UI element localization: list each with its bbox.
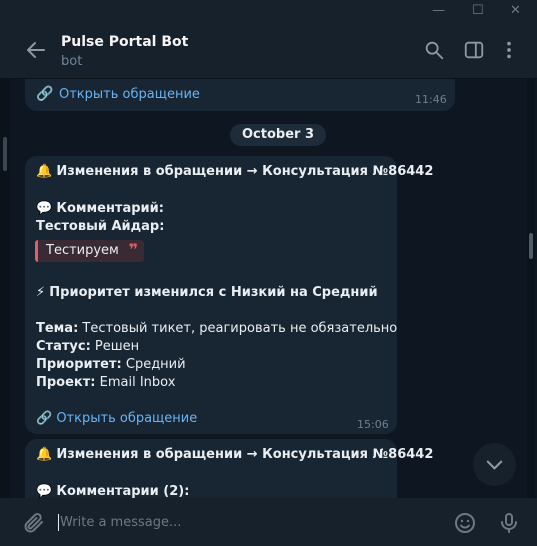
scrollbar-thumb[interactable] xyxy=(529,233,533,259)
date-separator: October 3 xyxy=(230,124,327,146)
quote-block: Тестируем ❞ xyxy=(35,240,144,262)
close-button[interactable]: ✕ xyxy=(510,3,521,18)
quote-text: Тестируем xyxy=(46,243,119,258)
quote-mark-icon: ❞ xyxy=(128,240,138,259)
message-time: 15:06 xyxy=(357,418,389,431)
bell-icon: 🔔 xyxy=(36,164,53,179)
message-bubble: 🔗 Открыть обращение 11:46 xyxy=(25,79,455,111)
chat-header: Pulse Portal Bot bot xyxy=(0,24,537,79)
chevron-down-icon xyxy=(486,460,503,470)
sidebar-toggle-icon[interactable] xyxy=(463,39,485,61)
text-cursor xyxy=(58,514,59,531)
message-input[interactable]: Write a message... xyxy=(60,515,181,530)
link-icon: 🔗 xyxy=(36,411,53,426)
open-ticket-link[interactable]: Открыть обращение xyxy=(59,87,200,102)
project-value: Email Inbox xyxy=(95,375,176,390)
message-composer: Write a message... xyxy=(0,498,537,546)
message-time: 11:46 xyxy=(415,93,447,106)
topic-label: Тема: xyxy=(36,321,79,336)
minimize-button[interactable]: — xyxy=(432,3,445,18)
back-arrow-icon[interactable] xyxy=(24,38,48,62)
microphone-icon[interactable] xyxy=(497,511,521,535)
comment-label: Комментарий: xyxy=(56,201,164,216)
topic-value: Тестовый тикет, реагировать не обязатель… xyxy=(78,321,398,336)
window-controls: — ☐ ✕ xyxy=(0,0,537,24)
lightning-icon: ⚡ xyxy=(36,285,46,300)
priority-label: Приоритет: xyxy=(36,357,122,372)
open-ticket-link[interactable]: Открыть обращение xyxy=(56,411,197,426)
paperclip-icon[interactable] xyxy=(22,511,46,535)
scrollbar[interactable] xyxy=(527,79,535,498)
priority-change-text: Приоритет изменился с Низкий на Средний xyxy=(49,285,378,300)
maximize-button[interactable]: ☐ xyxy=(472,3,484,18)
bell-icon: 🔔 xyxy=(36,447,53,462)
scroll-down-button[interactable] xyxy=(473,443,516,486)
message-bubble: 🔔 Изменения в обращении → Консультация №… xyxy=(25,439,433,498)
project-label: Проект: xyxy=(36,375,96,390)
speech-bubble-icon: 💬 xyxy=(36,201,53,216)
search-icon[interactable] xyxy=(423,39,445,61)
status-label: Статус: xyxy=(36,339,91,354)
status-value: Решен xyxy=(90,339,140,354)
more-vertical-icon[interactable] xyxy=(498,39,520,61)
message-heading: Изменения в обращении → Консультация №86… xyxy=(56,164,434,179)
chat-title[interactable]: Pulse Portal Bot xyxy=(61,34,188,50)
chat-subtitle: bot xyxy=(61,54,83,69)
comment-label: Комментарии (2): xyxy=(56,484,190,498)
priority-value: Средний xyxy=(121,357,186,372)
message-bubble: 🔔 Изменения в обращении → Консультация №… xyxy=(25,156,433,434)
emoji-icon[interactable] xyxy=(453,511,477,535)
left-scrollbar-thumb[interactable] xyxy=(3,137,7,171)
message-heading: Изменения в обращении → Консультация №86… xyxy=(56,447,434,462)
message-list[interactable]: 🔗 Открыть обращение 11:46 October 3 🔔 Из… xyxy=(0,79,527,498)
link-icon: 🔗 xyxy=(36,86,54,102)
comment-author: Тестовый Айдар: xyxy=(36,219,165,234)
speech-bubble-icon: 💬 xyxy=(36,484,53,498)
